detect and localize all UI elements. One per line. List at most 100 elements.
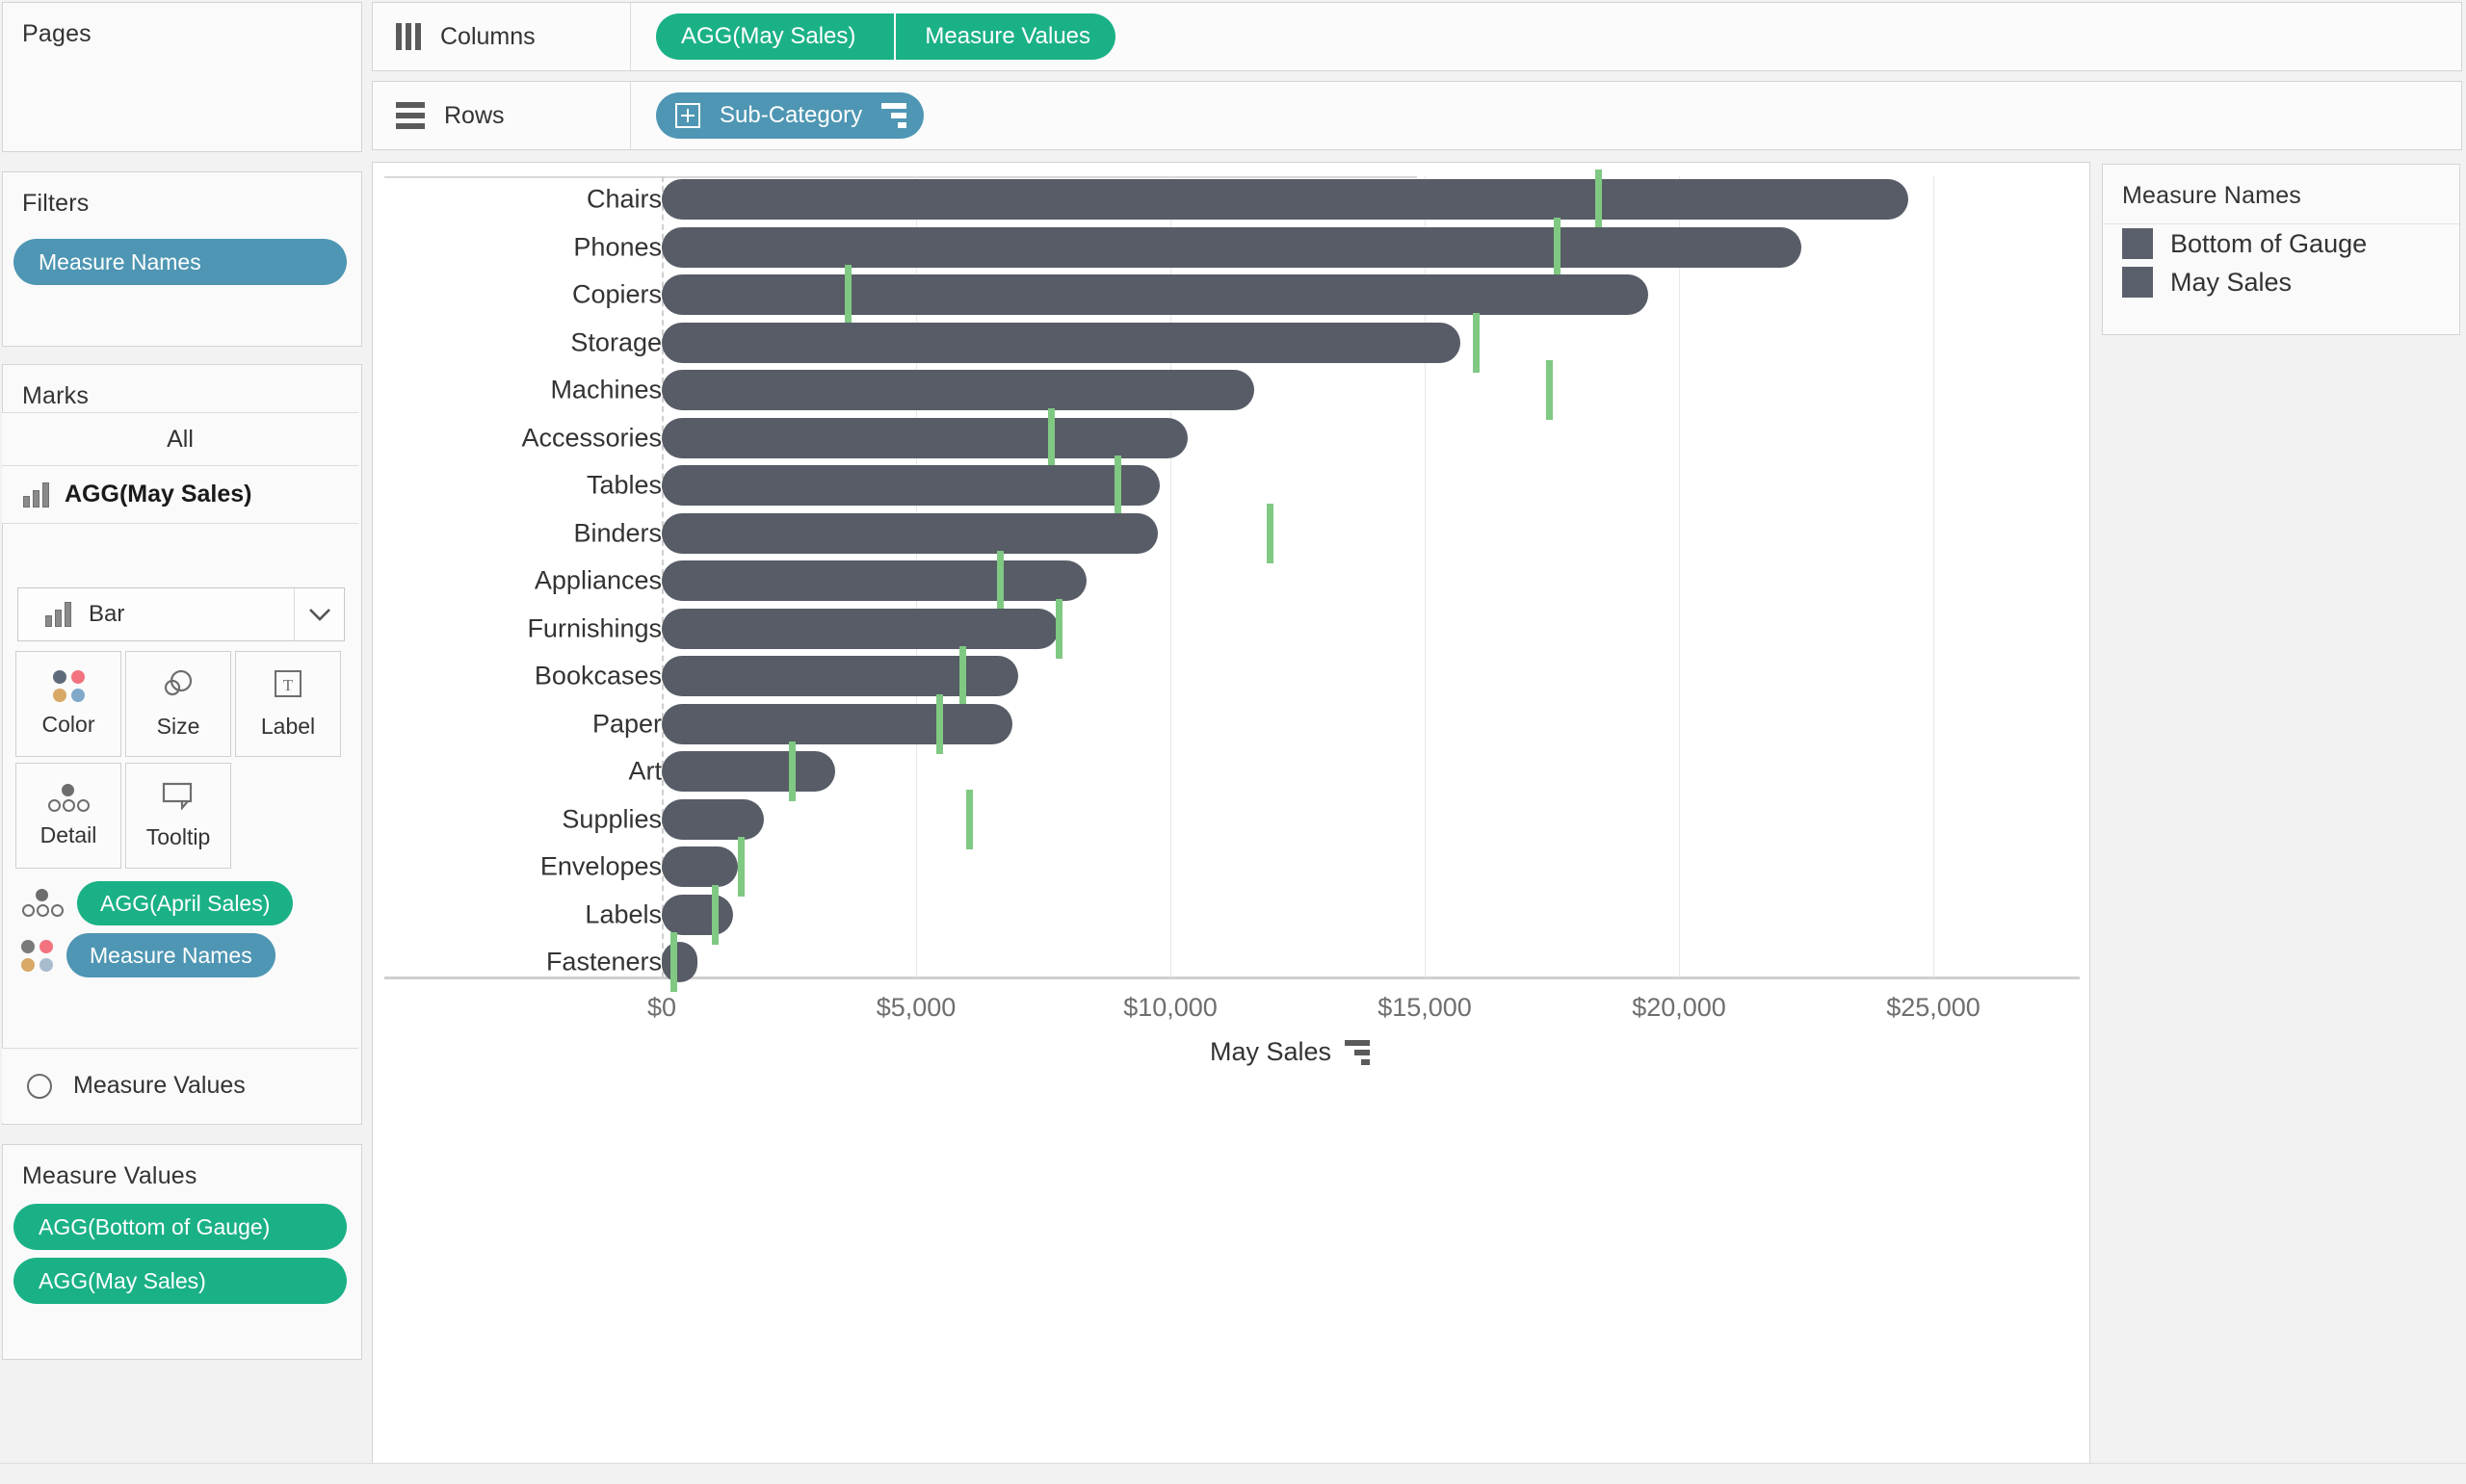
reference-line-mark[interactable] <box>670 932 678 992</box>
row-header-label[interactable]: Paper <box>257 709 662 739</box>
bar-mark[interactable] <box>662 846 739 887</box>
reference-line-mark[interactable] <box>997 551 1005 611</box>
row-header-label[interactable]: Chairs <box>257 185 662 215</box>
reference-line-mark[interactable] <box>1472 312 1480 373</box>
marks-color-button[interactable]: Color <box>15 651 121 757</box>
bullet-chart-plot[interactable]: Chairs Phones Copiers Storage Machines Access… <box>373 163 2091 1022</box>
columns-drop-zone[interactable]: AGG(May Sales) Measure Values <box>631 13 1116 60</box>
marks-detail-button[interactable]: Detail <box>15 763 121 869</box>
rows-pill-sub-category[interactable]: Sub-Category <box>656 92 925 139</box>
row-header-label[interactable]: Binders <box>257 518 662 548</box>
plot-top-border <box>384 176 1417 178</box>
reference-line-mark[interactable] <box>712 884 720 945</box>
marks-color-label: Color <box>41 712 95 737</box>
bar-chart-icon <box>45 602 71 627</box>
row-header-label[interactable]: Art <box>257 757 662 787</box>
row-header-label[interactable]: Bookcases <box>257 662 662 691</box>
measure-value-pill-bottom-of-gauge[interactable]: AGG(Bottom of Gauge) <box>13 1204 347 1250</box>
sort-descending-icon[interactable] <box>881 103 907 128</box>
gridline <box>1933 176 1934 977</box>
marks-card-name: AGG(May Sales) <box>65 481 252 508</box>
legend-item[interactable]: Bottom of Gauge <box>2103 224 2459 263</box>
reference-line-mark[interactable] <box>737 837 745 897</box>
bar-mark[interactable] <box>662 465 1161 506</box>
reference-line-mark[interactable] <box>844 265 852 325</box>
measure-values-card: Measure Values <box>2 1144 362 1360</box>
row-header-label[interactable]: Labels <box>257 899 662 929</box>
measure-names-legend[interactable]: Measure Names Bottom of Gauge May Sales <box>2102 164 2460 335</box>
reference-line-mark[interactable] <box>1114 456 1121 515</box>
rows-drop-zone[interactable]: Sub-Category <box>631 92 925 139</box>
rows-shelf-label-area: Rows <box>373 82 631 149</box>
reference-line-mark[interactable] <box>1047 407 1055 468</box>
bar-mark[interactable] <box>662 798 764 840</box>
measure-values-title: Measure Values <box>22 1162 197 1189</box>
bar-mark[interactable] <box>662 894 733 935</box>
bar-mark[interactable] <box>662 608 1059 649</box>
columns-pill-agg-may-sales[interactable]: AGG(May Sales) <box>656 13 895 60</box>
marks-tooltip-button[interactable]: Tooltip <box>125 763 231 869</box>
row-header-label[interactable]: Envelopes <box>257 852 662 882</box>
pages-card[interactable]: Pages <box>2 2 362 152</box>
tableau-worksheet: Pages Filters Measure Names Marks All AG… <box>0 0 2466 1484</box>
row-header-label[interactable]: Tables <box>257 471 662 501</box>
rows-shelf[interactable]: Rows Sub-Category <box>372 81 2462 150</box>
marks-measure-values-row[interactable]: Measure Values <box>2 1048 358 1123</box>
pages-title: Pages <box>22 20 92 47</box>
bar-mark[interactable] <box>662 370 1255 410</box>
reference-line-mark[interactable] <box>966 789 974 849</box>
marks-tooltip-label: Tooltip <box>145 824 211 849</box>
marks-size-label: Size <box>156 714 200 739</box>
bar-mark[interactable] <box>662 703 1013 744</box>
row-header-label[interactable]: Machines <box>257 376 662 405</box>
x-axis-title[interactable]: May Sales <box>373 1037 2091 1067</box>
columns-icon <box>396 23 421 50</box>
rows-label: Rows <box>444 101 505 129</box>
mark-type-value: Bar <box>89 601 125 627</box>
measure-value-pill-may-sales[interactable]: AGG(May Sales) <box>13 1258 347 1304</box>
encoding-pill-measure-names[interactable]: Measure Names <box>66 933 275 977</box>
bar-mark[interactable] <box>662 512 1158 554</box>
reference-line-mark[interactable] <box>935 693 943 754</box>
marks-all-label: All <box>167 425 194 453</box>
row-header-label[interactable]: Furnishings <box>257 613 662 643</box>
reference-line-mark[interactable] <box>1554 217 1561 277</box>
bar-mark[interactable] <box>662 274 1649 315</box>
visualization-pane[interactable]: Chairs Phones Copiers Storage Machines Access… <box>372 162 2090 1464</box>
color-dots-icon <box>21 939 53 972</box>
row-header-label[interactable]: Phones <box>257 232 662 262</box>
expand-plus-icon[interactable] <box>675 103 700 128</box>
legend-item-label: Bottom of Gauge <box>2170 228 2368 258</box>
bar-mark[interactable] <box>662 417 1189 458</box>
row-header-label[interactable]: Supplies <box>257 804 662 834</box>
bar-mark[interactable] <box>662 942 697 982</box>
row-header-label[interactable]: Appliances <box>257 566 662 596</box>
bar-mark[interactable] <box>662 560 1087 601</box>
detail-dots-icon <box>47 783 90 813</box>
marks-encoding-detail[interactable]: AGG(April Sales) <box>21 881 294 925</box>
row-header-label[interactable]: Copiers <box>257 280 662 310</box>
legend-title: Measure Names <box>2103 165 2459 224</box>
row-header-label[interactable]: Fasteners <box>257 948 662 977</box>
marks-size-button[interactable]: Size <box>125 651 231 757</box>
bar-mark[interactable] <box>662 751 835 792</box>
columns-shelf[interactable]: Columns AGG(May Sales) Measure Values <box>372 2 2462 71</box>
reference-line-mark[interactable] <box>958 646 966 706</box>
row-header-label[interactable]: Storage <box>257 327 662 357</box>
legend-items: Bottom of Gauge May Sales <box>2103 224 2459 301</box>
legend-item[interactable]: May Sales <box>2103 263 2459 301</box>
circle-icon <box>27 1073 52 1099</box>
reference-line-mark[interactable] <box>1266 503 1273 563</box>
reference-line-mark[interactable] <box>788 742 796 801</box>
sort-descending-icon[interactable] <box>1345 1039 1371 1065</box>
columns-shelf-label-area: Columns <box>373 3 631 70</box>
row-header-label[interactable]: Accessories <box>257 423 662 453</box>
bar-mark[interactable] <box>662 226 1801 268</box>
bar-mark[interactable] <box>662 179 1908 220</box>
bar-mark[interactable] <box>662 322 1460 363</box>
reference-line-mark[interactable] <box>1594 169 1602 229</box>
reference-line-mark[interactable] <box>1055 598 1062 659</box>
columns-pill-measure-values[interactable]: Measure Values <box>894 13 1116 60</box>
reference-line-mark[interactable] <box>1546 360 1554 420</box>
marks-encoding-color[interactable]: Measure Names <box>21 933 275 977</box>
